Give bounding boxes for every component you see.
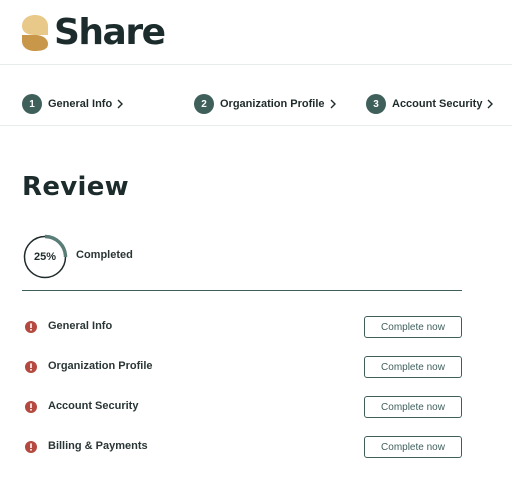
divider <box>22 290 462 291</box>
brand-name: Share <box>54 12 166 53</box>
step-label: General Info <box>48 98 113 110</box>
warning-icon <box>25 321 37 333</box>
chevron-right-icon <box>487 99 494 109</box>
review-item-label: General Info <box>48 320 113 332</box>
review-item-label: Account Security <box>48 400 139 412</box>
logo[interactable]: Share <box>20 12 166 53</box>
review-item-label: Organization Profile <box>48 360 153 372</box>
progress-label: Completed <box>76 249 133 261</box>
step-organization-profile[interactable]: 2 Organization Profile <box>194 94 337 114</box>
step-number: 3 <box>366 94 386 114</box>
step-account-security[interactable]: 3 Account Security <box>366 94 494 114</box>
chevron-right-icon <box>330 99 336 109</box>
step-number: 2 <box>194 94 214 114</box>
step-label: Account Security <box>392 98 483 110</box>
complete-now-button[interactable]: Complete now <box>364 316 462 338</box>
complete-now-button[interactable]: Complete now <box>364 436 462 458</box>
review-item-general-info: General Info Complete now <box>22 316 462 340</box>
complete-now-button[interactable]: Complete now <box>364 396 462 418</box>
warning-icon <box>25 441 37 453</box>
review-item-billing-payments: Billing & Payments Complete now <box>22 436 462 460</box>
review-item-account-security: Account Security Complete now <box>22 396 462 420</box>
warning-icon <box>25 361 37 373</box>
step-label: Organization Profile <box>220 98 325 110</box>
header: Share <box>0 0 512 65</box>
progress-percent: 25% <box>33 251 57 263</box>
chevron-right-icon <box>117 99 124 109</box>
step-general-info[interactable]: 1 General Info <box>22 94 124 114</box>
logo-mark-icon <box>22 15 48 51</box>
progress-ring: 25% <box>22 234 68 280</box>
stepper: 1 General Info 2 Organization Profile 3 … <box>0 64 512 126</box>
page-title: Review <box>22 172 129 202</box>
warning-icon <box>25 401 37 413</box>
review-item-organization-profile: Organization Profile Complete now <box>22 356 462 380</box>
complete-now-button[interactable]: Complete now <box>364 356 462 378</box>
step-number: 1 <box>22 94 42 114</box>
review-item-label: Billing & Payments <box>48 440 148 452</box>
